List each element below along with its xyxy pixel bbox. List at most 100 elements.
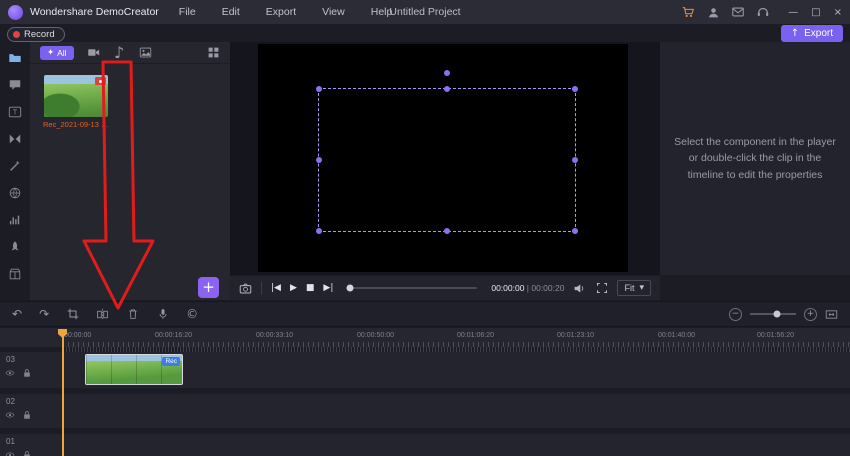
eye-icon[interactable]	[5, 368, 15, 378]
selection-handle-mid-left[interactable]	[316, 157, 322, 163]
transition-icon[interactable]	[8, 132, 22, 146]
fit-timeline-icon[interactable]	[825, 308, 838, 321]
timecode: 00:00:00 | 00:00:20	[491, 283, 564, 293]
tab-audio-icon[interactable]: ♪	[113, 43, 126, 62]
menu-view[interactable]: View	[322, 6, 345, 18]
caption-icon[interactable]: T	[8, 105, 22, 119]
volume-icon[interactable]	[573, 282, 586, 295]
delete-icon[interactable]	[126, 308, 139, 321]
timeline-zoom-controls: − +	[729, 307, 838, 321]
minimize-button[interactable]: —	[788, 7, 798, 18]
copyright-icon[interactable]: ©	[186, 308, 198, 320]
asset-box-icon[interactable]	[8, 267, 22, 281]
tab-more-icon[interactable]	[207, 46, 220, 59]
ruler-label: 00:00:50:00	[357, 332, 394, 339]
selection-handle-bottom-left[interactable]	[316, 228, 322, 234]
selection-handle-bottom-mid[interactable]	[444, 228, 450, 234]
media-tabs: ✦ All ♪	[30, 42, 230, 64]
eye-icon[interactable]	[5, 450, 15, 456]
tab-video-icon[interactable]	[87, 46, 100, 59]
selection-handle-bottom-right[interactable]	[572, 228, 578, 234]
clip-badge: Rec	[162, 357, 180, 366]
eye-icon[interactable]	[5, 410, 15, 420]
ruler-label: 00:01:06:20	[457, 332, 494, 339]
microphone-icon[interactable]	[156, 308, 169, 321]
next-frame-button[interactable]: ▶|	[323, 283, 333, 293]
timeline-clip[interactable]: Rec	[85, 354, 183, 385]
play-button[interactable]: ▶	[290, 283, 297, 293]
timeline-tracks: 03 Rec 02 01	[0, 352, 850, 456]
close-button[interactable]: ×	[834, 7, 842, 18]
media-clip-name: Rec_2021-09-13 05-28-2...	[43, 120, 111, 129]
effects-wand-icon[interactable]	[8, 159, 22, 173]
prev-frame-button[interactable]: |◀	[271, 283, 281, 293]
fit-dropdown[interactable]: Fit ▾	[617, 280, 651, 296]
selection-box[interactable]	[316, 70, 578, 234]
message-icon[interactable]	[731, 5, 745, 19]
track-01[interactable]: 01	[0, 434, 850, 456]
fullscreen-icon[interactable]	[595, 282, 608, 295]
playback-controls: |◀ ▶ ■ ▶| 00:00:00 | 00:00:20 Fit ▾	[230, 275, 660, 300]
lock-icon[interactable]	[22, 368, 32, 378]
tab-all-label: All	[57, 47, 67, 58]
audio-icon[interactable]	[8, 213, 22, 227]
store-icon[interactable]	[681, 5, 695, 19]
star-icon: ✦	[47, 47, 55, 58]
selection-handle-top-mid[interactable]	[444, 86, 450, 92]
tab-image-icon[interactable]	[139, 46, 152, 59]
title-bar: Wondershare DemoCreator File Edit Export…	[0, 0, 850, 24]
maximize-button[interactable]: □	[811, 7, 820, 18]
selection-handle-top-right[interactable]	[572, 86, 578, 92]
export-button[interactable]: ↑ Export	[780, 25, 843, 42]
selection-handle-mid-right[interactable]	[572, 157, 578, 163]
undo-button[interactable]: ↶	[12, 308, 22, 320]
media-library-icon[interactable]	[8, 51, 22, 65]
preview-canvas[interactable]	[258, 44, 628, 272]
annotation-icon[interactable]	[8, 78, 22, 92]
zoom-knob[interactable]	[773, 310, 781, 318]
svg-text:T: T	[13, 110, 18, 117]
playhead-line[interactable]	[62, 329, 64, 456]
support-icon[interactable]	[756, 5, 770, 19]
zoom-in-button[interactable]: +	[804, 307, 817, 321]
timecode-current: 00:00:00	[491, 283, 525, 293]
selection-handle-top-left[interactable]	[316, 86, 322, 92]
tab-all[interactable]: ✦ All	[40, 45, 74, 60]
properties-panel: Select the component in the player or do…	[660, 42, 850, 275]
stop-button[interactable]: ■	[306, 283, 315, 293]
menu-edit[interactable]: Edit	[222, 6, 240, 18]
track-label: 02	[6, 397, 15, 406]
track-label: 03	[6, 355, 15, 364]
lock-icon[interactable]	[22, 410, 32, 420]
lock-icon[interactable]	[22, 450, 32, 456]
ruler-label: 00:01:40:00	[658, 332, 695, 339]
seek-knob[interactable]	[346, 284, 354, 292]
media-panel: ✦ All ♪ Rec_2021-09-13 05-28-2...	[30, 42, 230, 300]
seek-slider[interactable]	[346, 284, 478, 292]
divider	[261, 281, 262, 295]
add-to-timeline-button[interactable]: +	[198, 277, 219, 298]
plugin-rocket-icon[interactable]	[8, 240, 22, 254]
split-icon[interactable]	[96, 308, 109, 321]
media-clip-thumbnail[interactable]	[44, 75, 108, 117]
redo-button[interactable]: ↷	[39, 308, 49, 320]
menu-file[interactable]: File	[179, 6, 196, 18]
record-button[interactable]: Record	[7, 27, 65, 42]
export-label: Export	[804, 28, 833, 39]
zoom-out-button[interactable]: −	[729, 307, 742, 321]
selection-rotate-handle[interactable]	[444, 70, 450, 76]
crop-icon[interactable]	[66, 308, 79, 321]
menu-export[interactable]: Export	[266, 6, 296, 18]
ruler-label: 00:00:16:20	[155, 332, 192, 339]
track-02[interactable]: 02	[0, 394, 850, 428]
ruler-label: 00:01:23:10	[557, 332, 594, 339]
account-icon[interactable]	[706, 5, 720, 19]
ruler-label: 00:01:56:20	[757, 332, 794, 339]
timeline-ruler[interactable]: 00:00:00 00:00:16:20 00:00:33:10 00:00:5…	[0, 328, 850, 347]
app-logo-icon	[8, 4, 23, 20]
track-03[interactable]: 03 Rec	[0, 352, 850, 388]
zoom-slider[interactable]	[750, 310, 796, 318]
titlebar-actions: — □ ×	[681, 0, 842, 24]
snapshot-camera-icon[interactable]	[239, 282, 252, 295]
sticker-globe-icon[interactable]	[8, 186, 22, 200]
